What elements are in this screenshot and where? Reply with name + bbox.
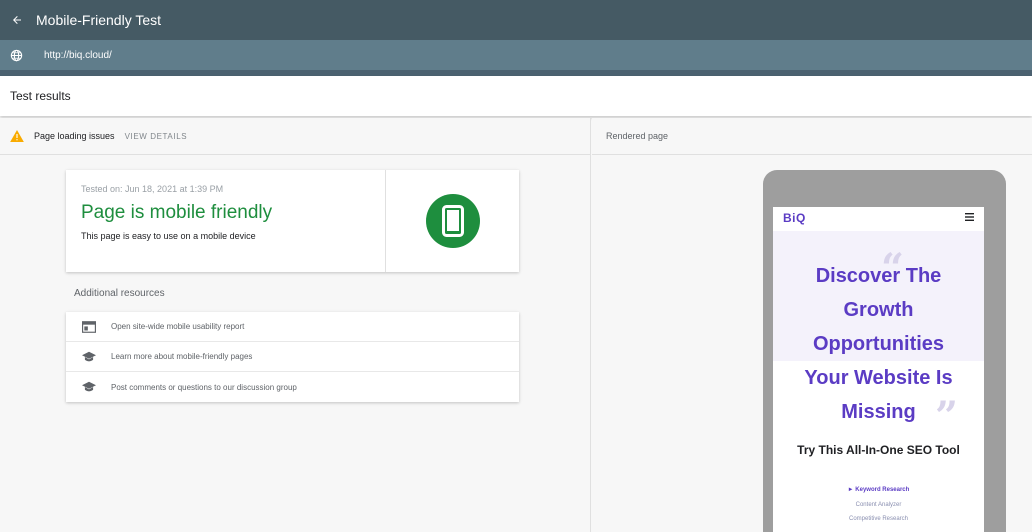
resource-label: Learn more about mobile-friendly pages — [111, 352, 253, 361]
hero-tagline: Try This All-In-One SEO Tool — [797, 443, 960, 457]
site-menu-keyword-research: ► Keyword Research — [847, 487, 910, 493]
report-icon — [82, 320, 96, 333]
page-loading-issues-row: Page loading issues VIEW DETAILS — [0, 118, 591, 155]
hero-heading-line: Missing — [841, 401, 916, 423]
graduation-cap-icon — [82, 351, 96, 361]
results-title: Test results — [10, 89, 71, 103]
app-header: Mobile-Friendly Test — [0, 0, 1032, 40]
resource-discussion-group[interactable]: Post comments or questions to our discus… — [66, 372, 519, 402]
view-details-link[interactable]: VIEW DETAILS — [125, 132, 188, 141]
additional-resources-title: Additional resources — [74, 288, 165, 299]
hero-heading-line: Your Website Is — [804, 367, 953, 389]
results-header: Test results — [0, 76, 1032, 116]
resource-usability-report[interactable]: Open site-wide mobile usability report — [66, 312, 519, 342]
rendered-page-header: Rendered page — [592, 118, 1032, 155]
rendered-page-pane: Rendered page “ ” BiQ Discover The Growt… — [592, 118, 1032, 532]
resource-label: Open site-wide mobile usability report — [111, 322, 245, 331]
hero-heading-line: Growth — [843, 299, 914, 321]
site-menu-content-analyzer: Content Analyzer — [855, 502, 902, 508]
result-card: Tested on: Jun 18, 2021 at 1:39 PM Page … — [66, 170, 519, 272]
back-button[interactable] — [0, 0, 34, 40]
globe-icon — [10, 49, 22, 61]
verdict-description: This page is easy to use on a mobile dev… — [81, 231, 256, 241]
url-bar[interactable]: http://biq.cloud/ — [0, 40, 1032, 70]
verdict-heading: Page is mobile friendly — [81, 202, 273, 223]
rendered-screenshot[interactable]: “ ” BiQ Discover The Growth Opportunitie… — [773, 207, 984, 532]
smartphone-icon — [441, 205, 464, 237]
mobile-friendly-badge — [425, 194, 480, 248]
graduation-cap-icon — [82, 381, 96, 392]
page-loading-issues-label: Page loading issues — [34, 131, 115, 141]
results-pane: Page loading issues VIEW DETAILS Tested … — [0, 118, 591, 532]
resource-learn-more[interactable]: Learn more about mobile-friendly pages — [66, 342, 519, 372]
hero-heading-line: Opportunities — [812, 333, 945, 355]
result-summary: Tested on: Jun 18, 2021 at 1:39 PM Page … — [66, 170, 386, 272]
tested-url: http://biq.cloud/ — [44, 49, 112, 61]
app-title: Mobile-Friendly Test — [36, 12, 162, 28]
site-menu-competitive-research: Competitive Research — [848, 516, 909, 522]
hero-heading-line: Discover The — [815, 265, 942, 287]
additional-resources-list: Open site-wide mobile usability report L… — [66, 312, 519, 402]
result-icon-area — [386, 170, 519, 272]
warning-icon — [10, 130, 24, 142]
tested-on-timestamp: Tested on: Jun 18, 2021 at 1:39 PM — [81, 184, 224, 194]
phone-frame: “ ” BiQ Discover The Growth Opportunitie… — [763, 170, 1006, 532]
hamburger-menu-icon — [965, 213, 974, 221]
resource-label: Post comments or questions to our discus… — [111, 382, 297, 392]
site-logo: BiQ — [783, 211, 806, 225]
rendered-page-label: Rendered page — [606, 131, 669, 141]
arrow-left-icon — [13, 16, 21, 24]
